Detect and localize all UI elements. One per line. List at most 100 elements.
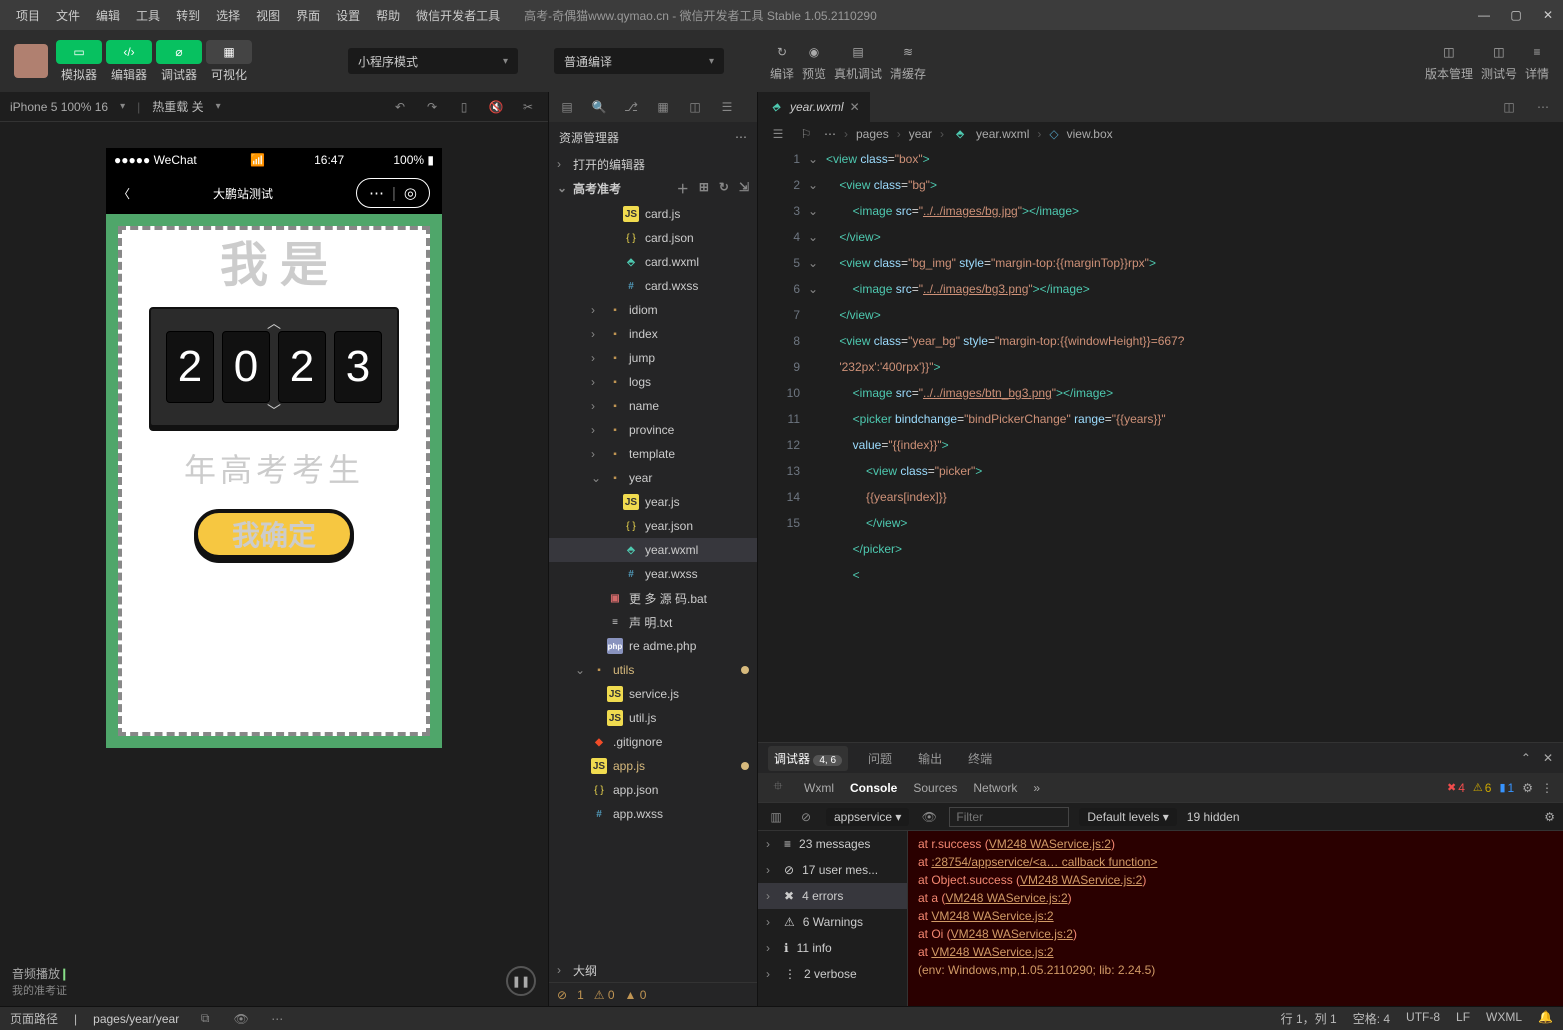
output-tab[interactable]: 输出 [912, 746, 948, 771]
more-tabs-icon[interactable]: ⋯ [1533, 97, 1553, 117]
confirm-button[interactable]: 我确定 [194, 509, 354, 559]
folder-province[interactable]: ›▪province [549, 418, 757, 442]
collapse-icon[interactable]: ⇲ [739, 180, 749, 197]
compile-mode-dropdown[interactable]: 普通编译▾ [554, 48, 724, 74]
kebab-path-icon[interactable]: ⋯ [267, 1009, 287, 1029]
file-card.js[interactable]: JScard.js [549, 202, 757, 226]
remote-debug-icon[interactable]: ▤ [847, 41, 869, 63]
inspect-icon[interactable]: ⯐ [768, 778, 788, 798]
test-account-icon[interactable]: ◫ [1488, 41, 1510, 63]
kebab-icon[interactable]: ⋮ [1541, 781, 1553, 795]
more-tabs-icon[interactable]: » [1033, 781, 1040, 795]
bookmark-icon[interactable]: ⚐ [796, 124, 816, 144]
console-gear-icon[interactable]: ⚙ [1544, 810, 1555, 824]
indent-info[interactable]: 空格: 4 [1353, 1010, 1390, 1027]
console-tab[interactable]: Console [850, 781, 897, 795]
file-.gitignore[interactable]: ◆.gitignore [549, 730, 757, 754]
menu-wxdev[interactable]: 微信开发者工具 [408, 7, 508, 24]
cursor-pos[interactable]: 行 1，列 1 [1281, 1010, 1337, 1027]
project-section[interactable]: ⌄高考准考 ＋ ⊞ ↻ ⇲ [549, 176, 757, 200]
rotate-right-icon[interactable]: ↷ [422, 97, 442, 117]
new-file-icon[interactable]: ＋ [677, 180, 689, 197]
terminal-tab[interactable]: 终端 [962, 746, 998, 771]
refresh-icon[interactable]: ↻ [719, 180, 729, 197]
file-year.json[interactable]: { }year.json [549, 514, 757, 538]
hidden-count[interactable]: 19 hidden [1187, 810, 1240, 824]
clear-console-icon[interactable]: ⊘ [796, 807, 816, 827]
hot-reload[interactable]: 热重载 关 [152, 98, 203, 115]
console-filter-row[interactable]: ›⚠6 Warnings [758, 909, 907, 935]
close-tab-icon[interactable]: ✕ [850, 100, 860, 114]
file-声 明.txt[interactable]: ≡声 明.txt [549, 610, 757, 634]
file-app.wxss[interactable]: #app.wxss [549, 802, 757, 826]
file-app.js[interactable]: JSapp.js [549, 754, 757, 778]
folder-name[interactable]: ›▪name [549, 394, 757, 418]
sources-tab[interactable]: Sources [913, 781, 957, 795]
menu-help[interactable]: 帮助 [368, 7, 408, 24]
editor-tab[interactable]: ⬘year.wxml✕ [758, 92, 870, 122]
capsule-close-icon[interactable]: ◎ [404, 184, 417, 202]
chevron-up-icon[interactable]: ⌃ [1521, 751, 1531, 765]
clear-cache-icon[interactable]: ≋ [897, 41, 919, 63]
console-filter-row[interactable]: ›ℹ11 info [758, 935, 907, 961]
version-mgmt-icon[interactable]: ◫ [1438, 41, 1460, 63]
copy-path-icon[interactable]: ⧉ [195, 1009, 215, 1029]
mode-visual[interactable]: ▦ [206, 40, 252, 64]
folder-year[interactable]: ⌄▪year [549, 466, 757, 490]
folder-jump[interactable]: ›▪jump [549, 346, 757, 370]
minimize-icon[interactable]: — [1477, 8, 1491, 22]
device-label[interactable]: iPhone 5 100% 16 [10, 100, 108, 114]
menu-project[interactable]: 项目 [8, 7, 48, 24]
menu-tool[interactable]: 工具 [128, 7, 168, 24]
mode-editor[interactable]: ‹/› [106, 40, 152, 64]
robot-icon[interactable]: ☰ [717, 97, 737, 117]
ext-icon[interactable]: ▦ [653, 97, 673, 117]
folder-index[interactable]: ›▪index [549, 322, 757, 346]
mute-icon[interactable]: 🔇 [486, 97, 506, 117]
network-tab[interactable]: Network [973, 781, 1017, 795]
sidebar-toggle-icon[interactable]: ▥ [766, 807, 786, 827]
menu-file[interactable]: 文件 [48, 7, 88, 24]
eye-path-icon[interactable]: 👁 [231, 1009, 251, 1029]
capsule-more-icon[interactable]: ⋯ [369, 184, 384, 202]
gear-icon[interactable]: ⚙ [1522, 781, 1533, 795]
file-util.js[interactable]: JSutil.js [549, 706, 757, 730]
mode-debugger[interactable]: ⌀ [156, 40, 202, 64]
menu-goto[interactable]: 转到 [168, 7, 208, 24]
eye-icon[interactable]: 👁 [919, 807, 939, 827]
menu-view[interactable]: 视图 [248, 7, 288, 24]
close-icon[interactable]: ✕ [1541, 8, 1555, 22]
code-editor[interactable]: 123456789101112131415 ⌄⌄⌄⌄⌄⌄ <view class… [758, 146, 1563, 742]
menu-ui[interactable]: 界面 [288, 7, 328, 24]
folder-logs[interactable]: ›▪logs [549, 370, 757, 394]
problems-tab[interactable]: 问题 [862, 746, 898, 771]
search-icon[interactable]: 🔍 [589, 97, 609, 117]
file-更 多 源 码.bat[interactable]: ▣更 多 源 码.bat [549, 586, 757, 610]
split-icon[interactable]: ◫ [1499, 97, 1519, 117]
wxml-tab[interactable]: Wxml [804, 781, 834, 795]
open-editors-section[interactable]: ›打开的编辑器 [549, 152, 757, 176]
branch-icon[interactable]: ⎇ [621, 97, 641, 117]
mode-simulator[interactable]: ▭ [56, 40, 102, 64]
indent-icon[interactable]: ☰ [768, 124, 788, 144]
console-filter-row[interactable]: ›✖4 errors [758, 883, 907, 909]
db-icon[interactable]: ◫ [685, 97, 705, 117]
preview-icon[interactable]: ◉ [803, 41, 825, 63]
folder-template[interactable]: ›▪template [549, 442, 757, 466]
outline-section[interactable]: ›大纲 [549, 958, 757, 982]
context-dropdown[interactable]: appservice ▾ [826, 808, 909, 826]
file-card.wxml[interactable]: ⬘card.wxml [549, 250, 757, 274]
bell-icon[interactable]: 🔔 [1538, 1010, 1553, 1027]
cut-icon[interactable]: ✂ [518, 97, 538, 117]
menu-edit[interactable]: 编辑 [88, 7, 128, 24]
encoding[interactable]: UTF-8 [1406, 1010, 1440, 1027]
details-icon[interactable]: ≡ [1526, 41, 1548, 63]
back-icon[interactable]: 〈 [118, 185, 130, 202]
file-card.json[interactable]: { }card.json [549, 226, 757, 250]
compile-icon[interactable]: ↻ [771, 41, 793, 63]
year-picker[interactable]: ︿ 2023 ﹀ [149, 307, 399, 427]
eol[interactable]: LF [1456, 1010, 1470, 1027]
menu-select[interactable]: 选择 [208, 7, 248, 24]
avatar[interactable] [14, 44, 48, 78]
pause-icon[interactable]: ❚❚ [506, 966, 536, 996]
